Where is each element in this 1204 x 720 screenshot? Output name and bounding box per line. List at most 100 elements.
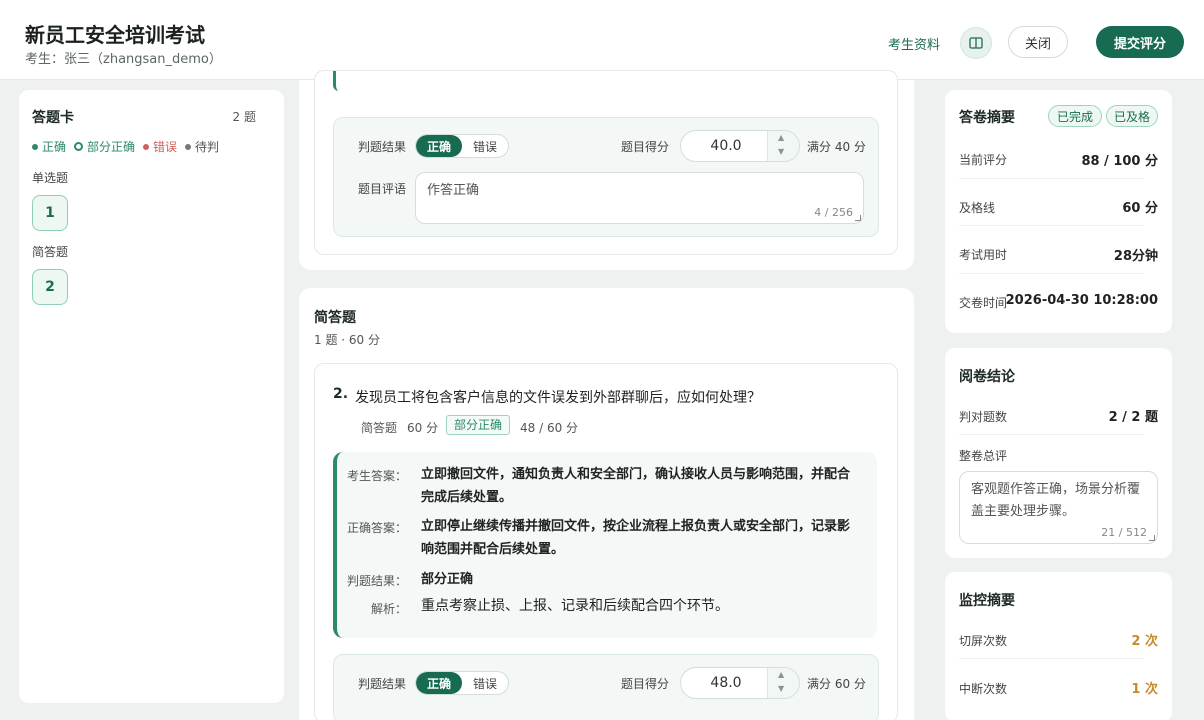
- submit-time-label: 交卷时间: [959, 296, 1008, 310]
- monitor-card: 监控摘要 切屏次数 2 次 中断次数 1 次: [945, 572, 1172, 720]
- q1-stepper-arrows[interactable]: ▲ ▼: [767, 131, 799, 161]
- answer-accent: [333, 71, 339, 91]
- wrong-dot-icon: [143, 143, 150, 150]
- q2-score-stepper[interactable]: 48.0 ▲ ▼: [680, 667, 800, 699]
- question-1-card: 判题结果 正确 错误 题目得分 40.0 ▲ ▼ 满分 40 分 题目评语 作答…: [299, 70, 914, 270]
- q2-full-score: 满分 60 分: [807, 677, 866, 691]
- passed-tag: 已及格: [1106, 105, 1158, 127]
- top-header: 新员工安全培训考试 考生：张三（zhangsan_demo） 考生资料 关闭 提…: [0, 0, 1204, 80]
- q2-points: 60 分: [407, 421, 439, 435]
- divider: [959, 434, 1144, 435]
- section-title: 简答题: [314, 310, 356, 326]
- overall-comment-text[interactable]: 客观题作答正确，场景分析覆盖主要处理步骤。: [971, 479, 1151, 523]
- q2-score-value[interactable]: 48.0: [681, 668, 771, 698]
- q2-score: 48 / 60 分: [520, 421, 579, 435]
- conclusion-title: 阅卷结论: [959, 369, 1015, 385]
- page-title: 新员工安全培训考试: [25, 23, 205, 47]
- candidate-profile-link[interactable]: 考生资料: [888, 34, 940, 53]
- submit-grade-button[interactable]: 提交评分: [1096, 26, 1184, 58]
- q2-status-badge: 部分正确: [446, 415, 511, 435]
- candidate-info: 考生：张三（zhangsan_demo）: [25, 52, 222, 67]
- tab-switch-value: 2 次: [1131, 634, 1158, 649]
- q2-stepper-arrows[interactable]: ▲ ▼: [767, 668, 799, 698]
- q1-result-toggle: 正确 错误: [415, 134, 509, 158]
- q1-comment-label: 题目评语: [358, 182, 407, 196]
- interrupt-label: 中断次数: [959, 682, 1008, 696]
- resize-grip-icon[interactable]: [1149, 535, 1155, 541]
- book-icon: [969, 37, 983, 49]
- interrupt-value: 1 次: [1131, 682, 1158, 697]
- q1-score-stepper[interactable]: 40.0 ▲ ▼: [680, 130, 800, 162]
- section-meta: 1 题 · 60 分: [314, 333, 380, 347]
- submit-time-value: 2026-04-30 10:28:00: [1005, 293, 1158, 308]
- q2-wrong-option[interactable]: 错误: [462, 672, 508, 694]
- correct-dot-icon: [32, 143, 38, 150]
- resize-grip-icon[interactable]: [855, 215, 861, 221]
- overall-comment-count: 21 / 512: [1101, 526, 1147, 539]
- q2-type: 简答题: [361, 421, 398, 435]
- judge-result-label: 判题结果：: [346, 574, 407, 588]
- question-count: 2 题: [232, 110, 256, 124]
- question-2-card: 2. 发现员工将包含客户信息的文件误发到外部群聊后，应如何处理？ 简答题 60 …: [314, 363, 898, 720]
- question-nav-2[interactable]: 2: [32, 269, 68, 305]
- book-toggle-button[interactable]: [960, 27, 992, 59]
- decrement-icon[interactable]: ▼: [778, 684, 784, 693]
- correct-count-label: 判对题数: [959, 410, 1008, 424]
- section-label-single: 单选题: [32, 171, 69, 185]
- q1-full-score: 满分 40 分: [807, 140, 866, 154]
- legend-pending: 待判: [185, 138, 219, 155]
- increment-icon[interactable]: ▲: [778, 133, 784, 142]
- correct-count-value: 2 / 2 题: [1108, 410, 1158, 425]
- pass-line-value: 60 分: [1122, 201, 1158, 216]
- legend-wrong: 错误: [143, 138, 177, 155]
- completed-tag: 已完成: [1048, 105, 1102, 127]
- current-score-label: 当前评分: [959, 153, 1008, 167]
- divider: [959, 658, 1144, 659]
- q1-grading-panel: 判题结果 正确 错误 题目得分 40.0 ▲ ▼ 满分 40 分 题目评语 作答…: [333, 117, 879, 237]
- tab-switch-label: 切屏次数: [959, 634, 1008, 648]
- q1-comment-text[interactable]: 作答正确: [427, 180, 479, 202]
- divider: [959, 273, 1144, 274]
- divider: [959, 178, 1144, 179]
- exam-duration-value: 28分钟: [1113, 249, 1158, 264]
- q2-number: 2.: [333, 386, 349, 402]
- summary-title: 答卷摘要: [959, 110, 1015, 126]
- student-answer-text: 立即撤回文件，通知负责人和安全部门，确认接收人员与影响范围，并配合完成后续处置。: [421, 467, 851, 505]
- q1-comment-count: 4 / 256: [814, 206, 853, 219]
- overall-comment-input[interactable]: 客观题作答正确，场景分析覆盖主要处理步骤。 21 / 512: [959, 471, 1158, 544]
- monitor-title: 监控摘要: [959, 593, 1015, 609]
- section-label-short: 简答题: [32, 245, 69, 259]
- q1-correct-option[interactable]: 正确: [416, 135, 462, 157]
- close-button[interactable]: 关闭: [1008, 26, 1068, 58]
- exam-duration-label: 考试用时: [959, 248, 1008, 262]
- q2-result-label: 判题结果: [358, 677, 407, 691]
- summary-card: 答卷摘要 已完成 已及格 当前评分 88 / 100 分 及格线 60 分 考试…: [945, 90, 1172, 333]
- q1-score-label: 题目得分: [621, 140, 670, 154]
- legend-correct: 正确: [32, 138, 66, 155]
- correct-answer-label: 正确答案：: [346, 521, 407, 535]
- decrement-icon[interactable]: ▼: [778, 147, 784, 156]
- q1-comment-input[interactable]: 作答正确 4 / 256: [415, 172, 864, 224]
- partial-ring-icon: [74, 142, 84, 151]
- q1-result-label: 判题结果: [358, 140, 407, 154]
- pending-dot-icon: [185, 143, 192, 150]
- q2-grading-panel: 判题结果 正确 错误 题目得分 48.0 ▲ ▼ 满分 60 分: [333, 654, 879, 720]
- question-nav-1[interactable]: 1: [32, 195, 68, 231]
- q2-question-text: 发现员工将包含客户信息的文件误发到外部群聊后，应如何处理？: [355, 390, 761, 406]
- judge-result-value: 部分正确: [421, 572, 474, 587]
- conclusion-card: 阅卷结论 判对题数 2 / 2 题 整卷总评 客观题作答正确，场景分析覆盖主要处…: [945, 348, 1172, 558]
- pass-line-label: 及格线: [959, 201, 996, 215]
- increment-icon[interactable]: ▲: [778, 670, 784, 679]
- q2-score-label: 题目得分: [621, 677, 670, 691]
- analysis-text: 重点考察止损、上报、记录和后续配合四个环节。: [421, 598, 729, 614]
- question-1-inner: 判题结果 正确 错误 题目得分 40.0 ▲ ▼ 满分 40 分 题目评语 作答…: [314, 70, 898, 255]
- q2-correct-option[interactable]: 正确: [416, 672, 462, 694]
- q1-score-value[interactable]: 40.0: [681, 131, 771, 161]
- q2-result-toggle: 正确 错误: [415, 671, 509, 695]
- student-answer-label: 考生答案：: [346, 469, 407, 483]
- answer-sheet-panel: 答题卡 2 题 正确 部分正确 错误 待判 单选题 1 简答题 2: [19, 90, 284, 703]
- overall-comment-label: 整卷总评: [959, 449, 1008, 463]
- q1-wrong-option[interactable]: 错误: [462, 135, 508, 157]
- analysis-label: 解析：: [370, 602, 407, 616]
- status-legend: 正确 部分正确 错误 待判: [32, 138, 219, 155]
